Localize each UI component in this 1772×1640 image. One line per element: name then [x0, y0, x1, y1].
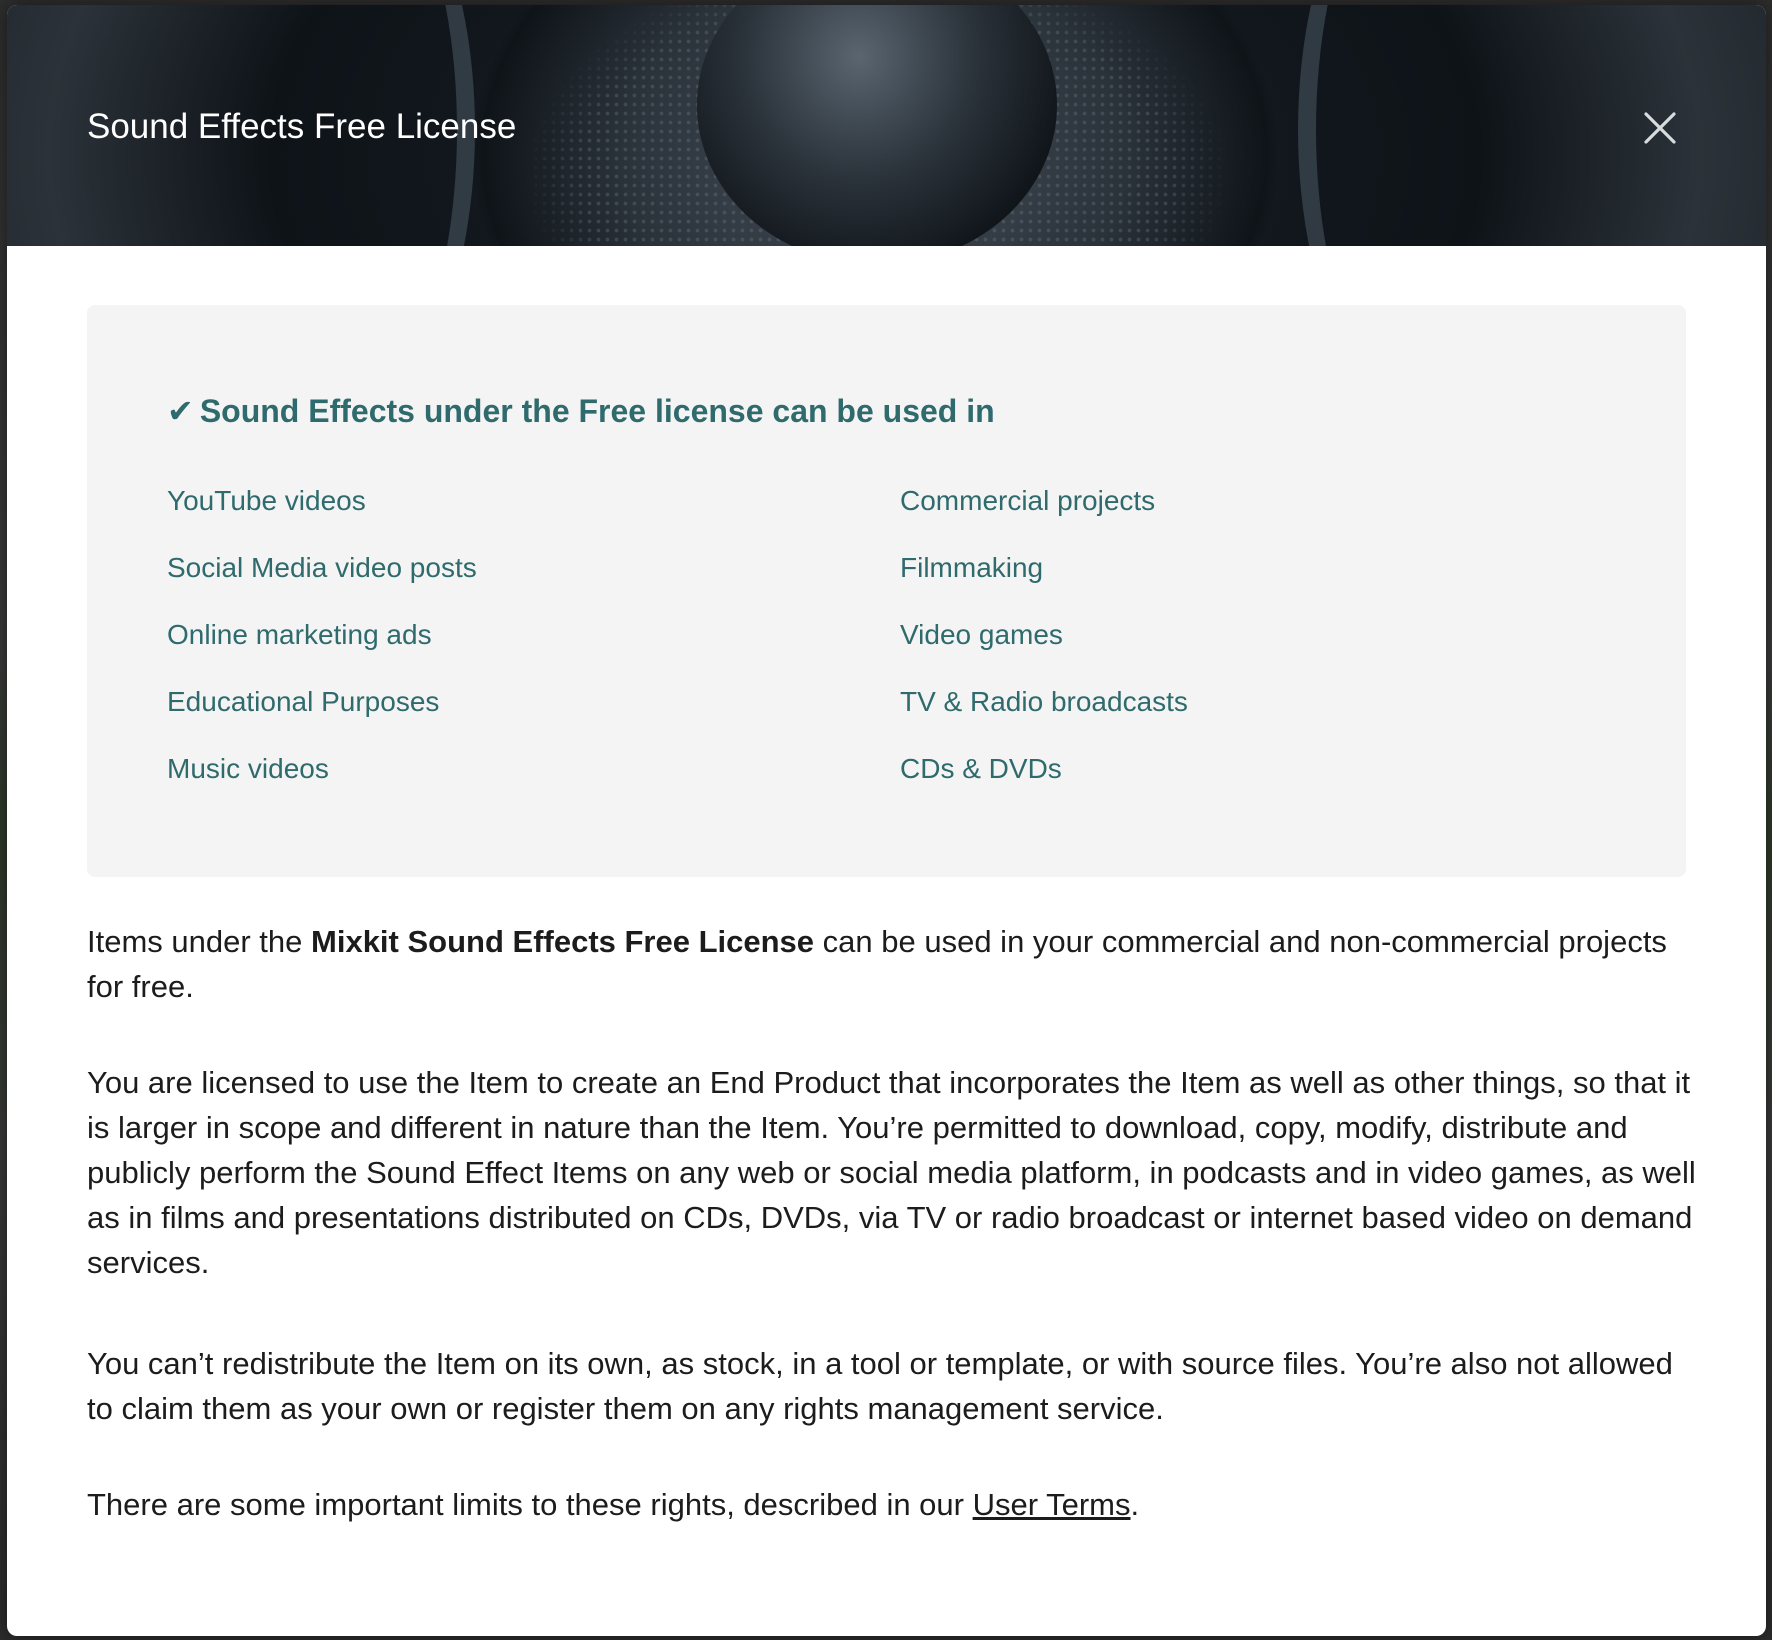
close-button[interactable]	[1643, 111, 1677, 145]
paragraph-limits: There are some important limits to these…	[87, 1482, 1707, 1527]
usage-heading: ✔ Sound Effects under the Free license ca…	[167, 393, 995, 429]
usage-item: TV & Radio broadcasts	[900, 686, 1188, 717]
user-terms-link[interactable]: User Terms	[973, 1487, 1131, 1522]
usage-box: ✔ Sound Effects under the Free license ca…	[87, 305, 1686, 877]
paragraph-permissions: You are licensed to use the Item to crea…	[87, 1065, 1696, 1280]
usage-heading-text: Sound Effects under the Free license can…	[199, 393, 995, 429]
usage-item: Music videos	[167, 753, 329, 784]
usage-item: Social Media video posts	[167, 552, 477, 583]
speaker-header-image: Sound Effects Free License	[7, 5, 1766, 246]
modal-title: Sound Effects Free License	[87, 107, 517, 146]
usage-item: Educational Purposes	[167, 686, 440, 717]
usage-item: Commercial projects	[900, 485, 1156, 516]
license-modal: Sound Effects Free License ✔ Sound Effect…	[7, 5, 1766, 1636]
usage-item: CDs & DVDs	[900, 753, 1062, 784]
usage-item: YouTube videos	[167, 485, 366, 516]
paragraph-restrictions: You can’t redistribute the Item on its o…	[87, 1346, 1673, 1426]
license-name: Mixkit Sound Effects Free License	[311, 924, 815, 959]
usage-item: Filmmaking	[900, 552, 1044, 583]
checkmark-icon: ✔	[167, 393, 194, 429]
paragraph-limits-prefix: There are some important limits to these…	[87, 1487, 973, 1522]
usage-item: Online marketing ads	[167, 619, 432, 650]
usage-item: Video games	[900, 619, 1063, 650]
paragraph-limits-suffix: .	[1130, 1487, 1140, 1522]
speaker-dome	[697, 5, 1057, 246]
paragraph-intro-prefix: Items under the	[87, 924, 312, 959]
close-icon	[1644, 112, 1676, 144]
paragraph-intro: Items under the Mixkit Sound Effects Fre…	[87, 919, 1707, 1009]
